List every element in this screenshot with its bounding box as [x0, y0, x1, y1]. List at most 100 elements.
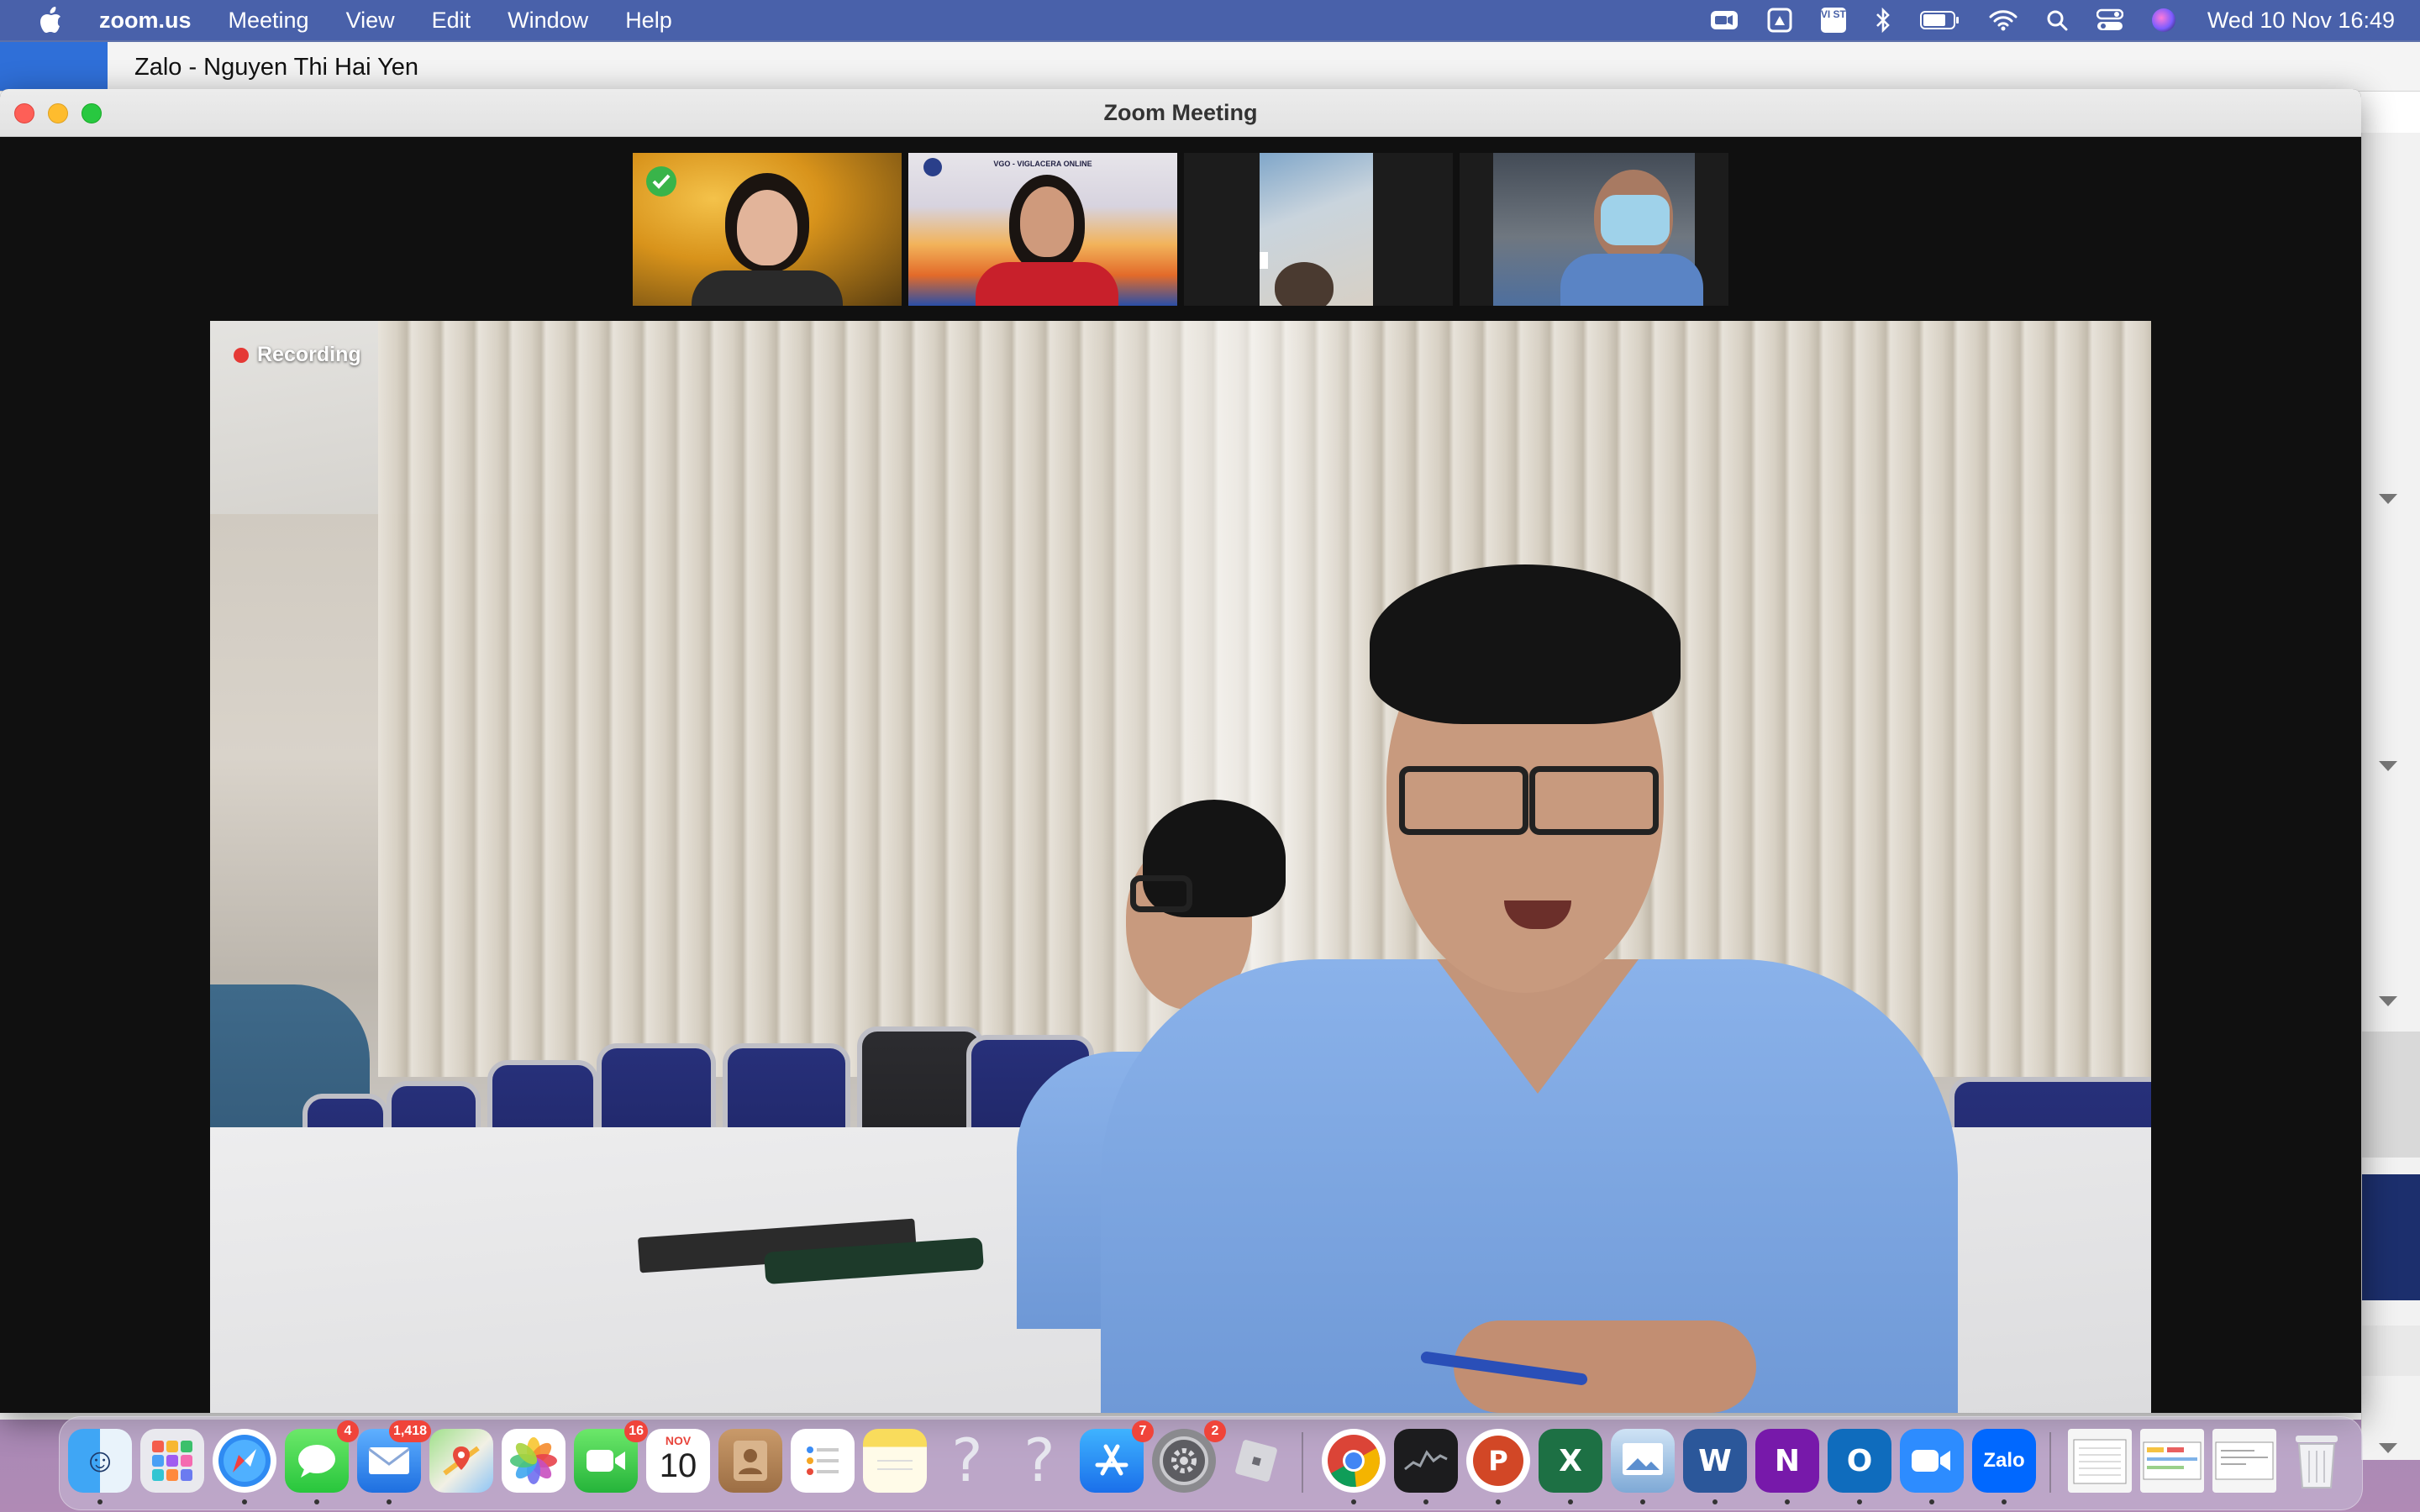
bluetooth-icon[interactable] [1875, 0, 1891, 40]
vi-st-input-icon[interactable]: VI ST [1820, 0, 1846, 40]
dock-item-recent-doc-1[interactable] [2068, 1429, 2132, 1493]
dock-item-excel[interactable]: X [1539, 1429, 1602, 1504]
thumbnail-banner: VGO - VIGLACERA ONLINE [993, 160, 1092, 168]
dock: ☺ 4 1,418 16 NOV 10 ? ? 7 2 P X W N O Za… [59, 1416, 2363, 1510]
dock-item-launchpad[interactable] [140, 1429, 204, 1493]
question-icon: ? [1023, 1426, 1055, 1495]
dock-item-system-preferences[interactable]: 2 [1152, 1420, 1226, 1493]
dock-separator [2049, 1432, 2051, 1493]
photos-icon [510, 1437, 557, 1484]
menu-window[interactable]: Window [508, 8, 588, 34]
dock-item-recent-doc-3[interactable] [2212, 1429, 2276, 1493]
onenote-icon: N [1774, 1443, 1801, 1478]
dock-item-safari[interactable] [213, 1429, 276, 1504]
facetime-icon [587, 1450, 625, 1472]
dock-item-trash[interactable] [2285, 1429, 2349, 1493]
dock-item-finder[interactable]: ☺ [68, 1429, 132, 1504]
dock-item-photos[interactable] [502, 1429, 566, 1493]
powerpoint-icon: P [1473, 1436, 1523, 1486]
menu-bar: zoom.us Meeting View Edit Window Help VI… [0, 0, 2420, 40]
siri-icon[interactable] [2151, 0, 2175, 40]
document-thumbnail-icon [2143, 1441, 2202, 1480]
document-thumbnail-icon [2073, 1439, 2127, 1484]
dock-item-contacts[interactable] [718, 1429, 782, 1493]
dock-item-word[interactable]: W [1683, 1429, 1747, 1504]
video-speaker-hair [1370, 564, 1681, 724]
safari-icon [218, 1435, 271, 1487]
system-preferences-icon [1160, 1436, 1208, 1485]
dock-item-maps[interactable] [429, 1429, 493, 1493]
media-thumbnail[interactable] [2362, 1032, 2420, 1158]
dock-item-outlook[interactable]: O [1828, 1429, 1891, 1504]
menu-view[interactable]: View [346, 8, 395, 34]
preview-icon [1623, 1443, 1663, 1475]
dock-item-messages[interactable]: 4 [285, 1420, 359, 1504]
zoom-window-title: Zoom Meeting [1103, 100, 1258, 125]
dock-item-chrome[interactable] [1322, 1429, 1386, 1504]
participant-thumbnail-3[interactable] [1184, 153, 1453, 306]
zoom-camera-icon[interactable] [1710, 0, 1739, 40]
calendar-month: NOV [665, 1434, 692, 1447]
chevron-down-icon[interactable] [2379, 494, 2397, 504]
drive-icon[interactable] [1767, 0, 1792, 40]
dock-item-facetime[interactable]: 16 [574, 1420, 648, 1493]
chevron-down-icon[interactable] [2379, 1443, 2397, 1453]
participant-thumbnail-4[interactable] [1460, 153, 1728, 306]
menu-meeting[interactable]: Meeting [229, 8, 309, 34]
menu-app-name[interactable]: zoom.us [99, 8, 192, 34]
dock-item-notes[interactable] [863, 1429, 927, 1493]
finder-icon: ☺ [82, 1441, 118, 1479]
video-person-side-glasses [1130, 875, 1192, 912]
powerpoint-glyph: P [1488, 1445, 1508, 1477]
zoom-titlebar: Zoom Meeting [0, 89, 2361, 137]
dock-item-stocks[interactable] [1394, 1429, 1458, 1504]
wifi-icon[interactable] [1989, 0, 2018, 40]
participant-thumbnail-strip: VGO - VIGLACERA ONLINE [633, 153, 1728, 306]
dock-item-onenote[interactable]: N [1755, 1429, 1819, 1504]
dock-item-recent-doc-2[interactable] [2140, 1429, 2204, 1493]
mail-icon [368, 1447, 410, 1474]
running-indicator [1712, 1499, 1718, 1504]
running-indicator [97, 1499, 103, 1504]
dock-separator [1302, 1432, 1303, 1493]
active-speaker-video[interactable]: Recording [210, 321, 2151, 1413]
notification-badge: 2 [1204, 1420, 1226, 1442]
participant-thumbnail-1[interactable] [633, 153, 902, 306]
running-indicator [1785, 1499, 1790, 1504]
recording-dot-icon [234, 347, 249, 363]
zalo-window-title: Zalo - Nguyen Thi Hai Yen [134, 54, 419, 81]
chevron-down-icon[interactable] [2379, 996, 2397, 1006]
dock-item-unknown-2[interactable]: ? [1007, 1426, 1071, 1495]
running-indicator [314, 1499, 319, 1504]
dock-item-preview[interactable] [1611, 1429, 1675, 1504]
roblox-icon [1235, 1440, 1277, 1482]
dock-item-roblox[interactable] [1224, 1429, 1288, 1493]
dock-item-powerpoint[interactable]: P [1466, 1429, 1530, 1504]
dock-item-mail[interactable]: 1,418 [357, 1420, 431, 1504]
dock-item-unknown-1[interactable]: ? [935, 1426, 999, 1495]
app-store-icon [1095, 1444, 1128, 1476]
zalo-titlebar: Zalo - Nguyen Thi Hai Yen [0, 42, 2420, 92]
participant-thumbnail-2[interactable]: VGO - VIGLACERA ONLINE [908, 153, 1177, 306]
video-speaker-glasses-right [1529, 766, 1659, 835]
menu-edit[interactable]: Edit [432, 8, 471, 34]
input-source-label: VI ST [1820, 8, 1846, 33]
dock-item-app-store[interactable]: 7 [1080, 1420, 1154, 1493]
menu-clock[interactable]: Wed 10 Nov 16:49 [2207, 8, 2395, 34]
notification-badge: 7 [1132, 1420, 1154, 1442]
chevron-down-icon[interactable] [2379, 761, 2397, 771]
spotlight-search-icon[interactable] [2046, 0, 2068, 40]
dock-item-zalo[interactable]: Zalo [1972, 1429, 2036, 1504]
apple-menu-icon[interactable] [34, 3, 67, 37]
battery-icon[interactable] [1919, 0, 1960, 40]
dock-item-calendar[interactable]: NOV 10 [646, 1429, 710, 1493]
zalo-sidebar-strip [0, 42, 108, 91]
dock-item-zoom[interactable] [1900, 1429, 1964, 1504]
running-indicator [242, 1499, 247, 1504]
dock-item-reminders[interactable] [791, 1429, 855, 1493]
control-center-icon[interactable] [2096, 0, 2123, 40]
menu-help[interactable]: Help [625, 8, 672, 34]
media-thumbnail[interactable] [2362, 1174, 2420, 1300]
word-icon: W [1698, 1443, 1732, 1478]
running-indicator [1351, 1499, 1356, 1504]
